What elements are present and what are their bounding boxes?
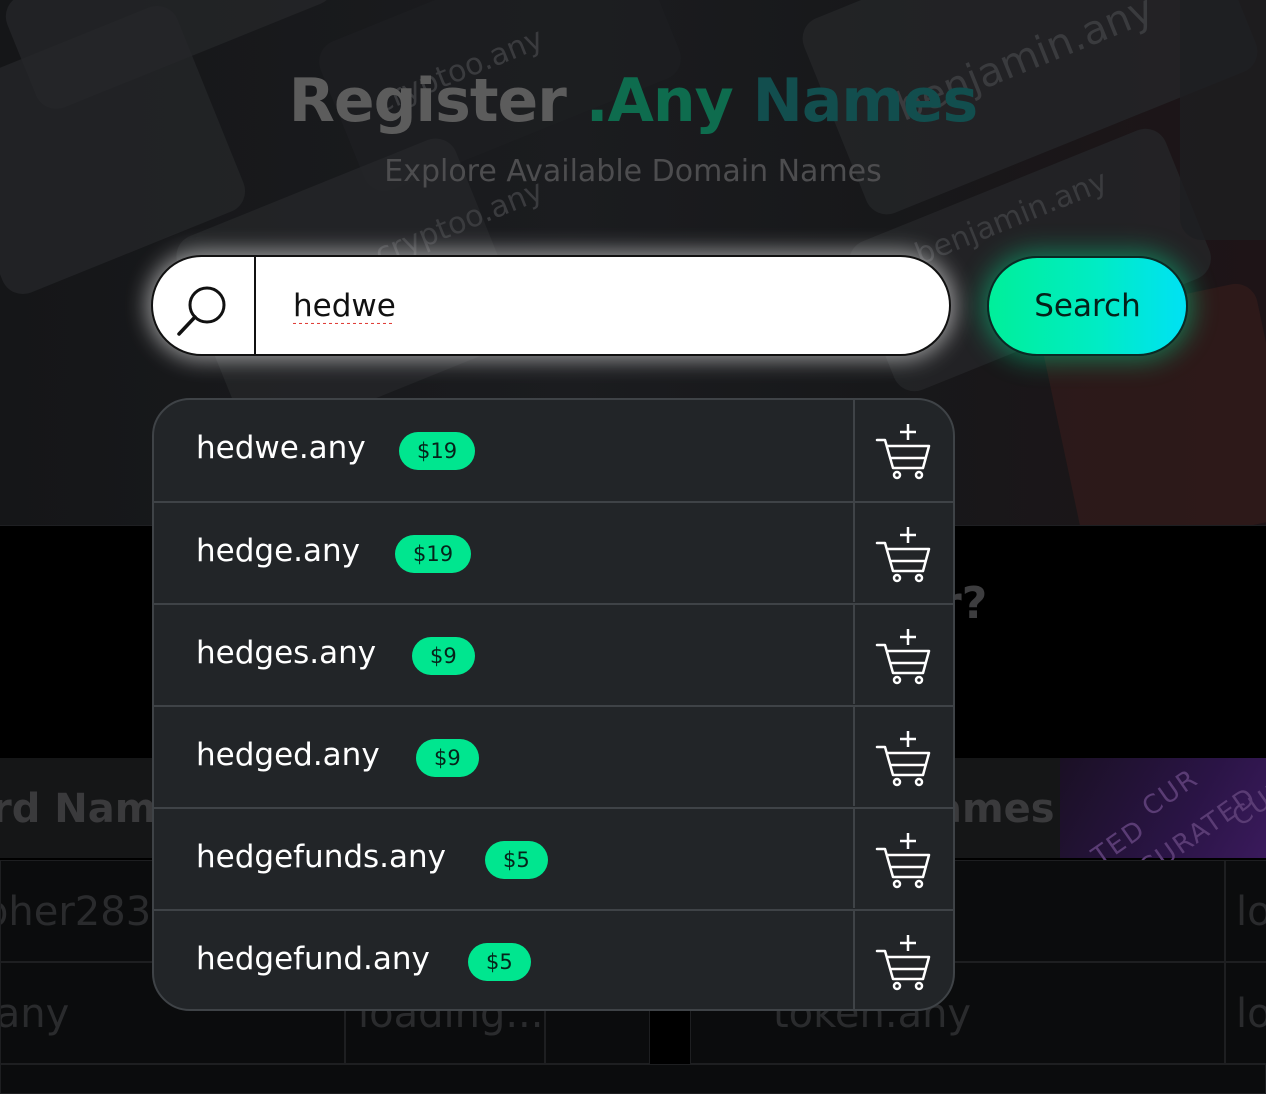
search-results-dropdown: hedwe.any $19 hedge.any $19 hedges.any $… xyxy=(152,398,955,1011)
curated-banner: CUR CURATED TED CUR xyxy=(1060,758,1266,884)
cell-text: lo xyxy=(1236,889,1266,935)
add-to-cart-icon[interactable] xyxy=(875,525,933,583)
add-to-cart-button[interactable] xyxy=(853,809,953,908)
add-to-cart-button[interactable] xyxy=(853,605,953,704)
price-badge: $9 xyxy=(412,637,475,675)
page-title: Register .Any Names xyxy=(0,66,1266,136)
add-to-cart-icon[interactable] xyxy=(875,729,933,787)
result-row[interactable]: hedges.any $9 xyxy=(154,603,953,704)
search-button[interactable]: Search xyxy=(987,256,1188,356)
result-row[interactable]: hedgefund.any $5 xyxy=(154,909,953,1009)
add-to-cart-button[interactable] xyxy=(853,400,953,501)
add-to-cart-icon[interactable] xyxy=(875,933,933,991)
search-icon[interactable] xyxy=(175,281,233,339)
add-to-cart-icon[interactable] xyxy=(875,831,933,889)
price-badge: $19 xyxy=(395,535,472,573)
add-to-cart-button[interactable] xyxy=(853,503,953,602)
result-row[interactable]: hedwe.any $19 xyxy=(154,400,953,501)
page-subtitle: Explore Available Domain Names xyxy=(384,154,882,189)
table-cell xyxy=(0,1064,1266,1094)
table-cell: lo xyxy=(1225,962,1266,1064)
domain-name[interactable]: hedge.any xyxy=(196,533,360,569)
result-row[interactable]: hedgefunds.any $5 xyxy=(154,807,953,908)
page-title-accent: .Any xyxy=(585,66,734,136)
domain-name[interactable]: hedwe.any xyxy=(196,430,366,466)
page-title-part: Register xyxy=(288,66,567,136)
page-title-part: Names xyxy=(752,66,979,136)
section-heading: rd Nam xyxy=(0,786,157,832)
result-row[interactable]: hedged.any $9 xyxy=(154,705,953,806)
price-badge: $5 xyxy=(468,943,531,981)
price-badge: $19 xyxy=(399,432,476,470)
add-to-cart-icon[interactable] xyxy=(875,422,933,480)
search-input[interactable] xyxy=(293,283,893,329)
add-to-cart-button[interactable] xyxy=(853,707,953,806)
domain-name[interactable]: hedgefund.any xyxy=(196,941,430,977)
price-badge: $5 xyxy=(485,841,548,879)
cell-text: .any xyxy=(1,991,70,1037)
price-badge: $9 xyxy=(416,739,479,777)
domain-name[interactable]: hedgefunds.any xyxy=(196,839,446,875)
curated-label: CUR xyxy=(1136,763,1205,823)
search-bar xyxy=(151,255,951,356)
cell-text: pher283 xyxy=(1,889,152,935)
add-to-cart-button[interactable] xyxy=(853,911,953,1009)
domain-name[interactable]: hedges.any xyxy=(196,635,376,671)
search-divider xyxy=(254,257,256,354)
result-row[interactable]: hedge.any $19 xyxy=(154,501,953,602)
add-to-cart-icon[interactable] xyxy=(875,627,933,685)
cell-text: lo xyxy=(1236,991,1266,1037)
domain-name[interactable]: hedged.any xyxy=(196,737,380,773)
table-cell: lo xyxy=(1225,860,1266,962)
